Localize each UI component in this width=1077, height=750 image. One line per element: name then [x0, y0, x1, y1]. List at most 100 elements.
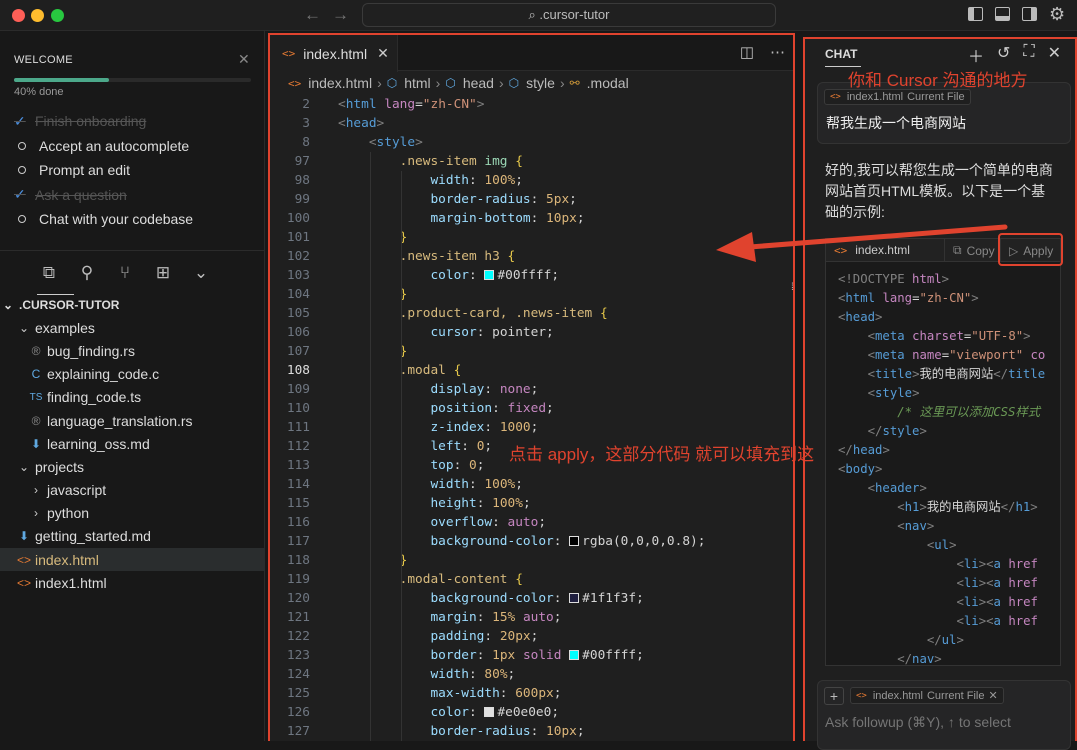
code-line: <body> [838, 460, 1060, 479]
tree-item-label: learning_oss.md [47, 435, 150, 452]
scroll-indicator[interactable]: ⁞ [791, 282, 794, 293]
maximize-window-button[interactable] [51, 9, 64, 22]
forward-arrow-icon[interactable]: → [332, 5, 349, 25]
code-line: 118 } [270, 551, 793, 570]
minimize-window-button[interactable] [31, 9, 44, 22]
onboarding-task[interactable]: Accept an autocomplete [14, 134, 193, 159]
explorer-icon[interactable]: ⧉ [37, 263, 61, 283]
context-file-chip[interactable]: <> index.html Current File ✕ [850, 687, 1004, 704]
close-icon[interactable]: ✕ [1048, 43, 1061, 67]
chevron-down-icon[interactable]: ⌄ [189, 263, 213, 283]
color-swatch[interactable] [569, 650, 580, 660]
command-search-box[interactable]: ⌕ .cursor-tutor [362, 3, 776, 27]
code-line: 117 background-color: rgba(0,0,0,0.8); [270, 532, 793, 551]
tree-item-label: explaining_code.c [47, 366, 160, 383]
code-token: ; [697, 534, 706, 549]
tab-index-html[interactable]: <> index.html ✕ [270, 35, 398, 72]
history-icon[interactable]: ↺ [997, 43, 1010, 67]
breadcrumb-item[interactable]: .modal [587, 75, 629, 91]
copy-button[interactable]: ⧉ Copy [944, 239, 1003, 262]
code-token: > [875, 462, 883, 476]
tree-item[interactable]: › python [0, 502, 265, 525]
tree-item[interactable]: › javascript [0, 479, 265, 502]
toggle-primary-sidebar-icon[interactable] [968, 7, 983, 21]
context-file-chip[interactable]: <> index1.html Current File [824, 89, 971, 105]
code-token: width [430, 477, 469, 492]
code-token: ; [484, 439, 493, 454]
code-token: > [1030, 500, 1038, 514]
progress-fill [14, 78, 109, 82]
onboarding-task[interactable]: ✓ Finish onboarding [14, 109, 193, 134]
maximize-icon[interactable]: ⛶ [1023, 43, 1034, 67]
code-editor[interactable]: 2 <html lang="zh-CN"> 3 <head> 8 <style> 97 .… [270, 95, 793, 741]
tree-item-label: javascript [47, 482, 107, 499]
split-editor-icon[interactable]: ◫ [740, 43, 754, 61]
tree-item[interactable]: Cexplaining_code.c [0, 363, 265, 386]
color-swatch[interactable] [484, 270, 495, 280]
copy-icon: ⧉ [953, 243, 962, 257]
code-token: > [956, 633, 964, 647]
toggle-panel-icon[interactable] [995, 7, 1010, 21]
tree-item[interactable]: ® language_translation.rs [0, 409, 265, 432]
tree-item[interactable]: ⬇ getting_started.md [0, 525, 265, 548]
close-tab-icon[interactable]: ✕ [377, 45, 389, 62]
code-token: width [430, 667, 469, 682]
breadcrumb-item[interactable]: html [404, 75, 430, 91]
code-token: .product-card, .news-item [399, 306, 600, 321]
remove-chip-icon[interactable]: ✕ [988, 689, 997, 702]
color-swatch[interactable] [484, 707, 495, 717]
add-context-button[interactable]: + [824, 687, 844, 705]
breadcrumb-item[interactable]: style [526, 75, 555, 91]
tree-item[interactable]: <> index.html [0, 548, 265, 572]
tree-item[interactable]: <> index1.html [0, 571, 265, 594]
color-swatch[interactable] [569, 593, 580, 603]
code-line: 3 <head> [270, 114, 793, 133]
breadcrumb-item[interactable]: index.html [308, 75, 372, 91]
code-token: a [993, 576, 1009, 590]
chat-title[interactable]: CHAT [825, 47, 857, 61]
code-token: > [949, 538, 957, 552]
close-window-button[interactable] [12, 9, 25, 22]
toggle-secondary-sidebar-icon[interactable] [1022, 7, 1037, 21]
tree-item[interactable]: ® bug_finding.rs [0, 339, 265, 362]
code-token: 20px [499, 629, 531, 644]
code-token: position [430, 401, 493, 416]
onboarding-task[interactable]: ✓ Ask a question [14, 183, 193, 208]
code-token: border [430, 648, 477, 663]
code-token: : [530, 211, 547, 226]
search-icon[interactable]: ⚲ [75, 263, 99, 283]
onboarding-task[interactable]: Chat with your codebase [14, 207, 193, 232]
code-token: ; [553, 686, 562, 701]
plus-icon[interactable]: ＋ [968, 43, 984, 67]
line-number: 100 [286, 211, 310, 226]
line-number: 111 [286, 420, 310, 435]
html-file-icon: <> [288, 76, 302, 90]
more-actions-icon[interactable]: ⋯ [770, 43, 785, 61]
onboarding-task[interactable]: Prompt an edit [14, 158, 193, 183]
extensions-icon[interactable]: ⊞ [151, 263, 175, 283]
html-file-icon: <> [856, 690, 867, 701]
chip-file: index1.html [846, 91, 904, 103]
code-line: <meta charset="UTF-8"> [838, 327, 1060, 346]
back-arrow-icon[interactable]: ← [304, 5, 321, 25]
tree-item[interactable]: ⌄ examples [0, 316, 265, 339]
tree-item[interactable]: ⌄ projects [0, 455, 265, 478]
tree-item[interactable]: TS finding_code.ts [0, 386, 265, 409]
code-line: <head> [838, 308, 1060, 327]
close-icon[interactable]: ✕ [238, 51, 250, 68]
followup-input[interactable] [825, 714, 1065, 730]
line-number: 123 [286, 648, 310, 663]
breadcrumb-item[interactable]: head [463, 75, 494, 91]
gear-icon[interactable]: ⚙ [1049, 4, 1065, 25]
explorer-root[interactable]: ⌄ .CURSOR-TUTOR [0, 293, 265, 316]
code-line: 98 width: 100%; [270, 171, 793, 190]
source-control-icon[interactable]: ⑂ [113, 263, 137, 283]
tree-item[interactable]: ⬇ learning_oss.md [0, 432, 265, 455]
color-swatch[interactable] [569, 536, 580, 546]
breadcrumb: <> index.html › ⬡ html › ⬡ head › ⬡ style › ⚯ .modal [270, 71, 793, 95]
html-file-icon: <> [830, 92, 841, 102]
